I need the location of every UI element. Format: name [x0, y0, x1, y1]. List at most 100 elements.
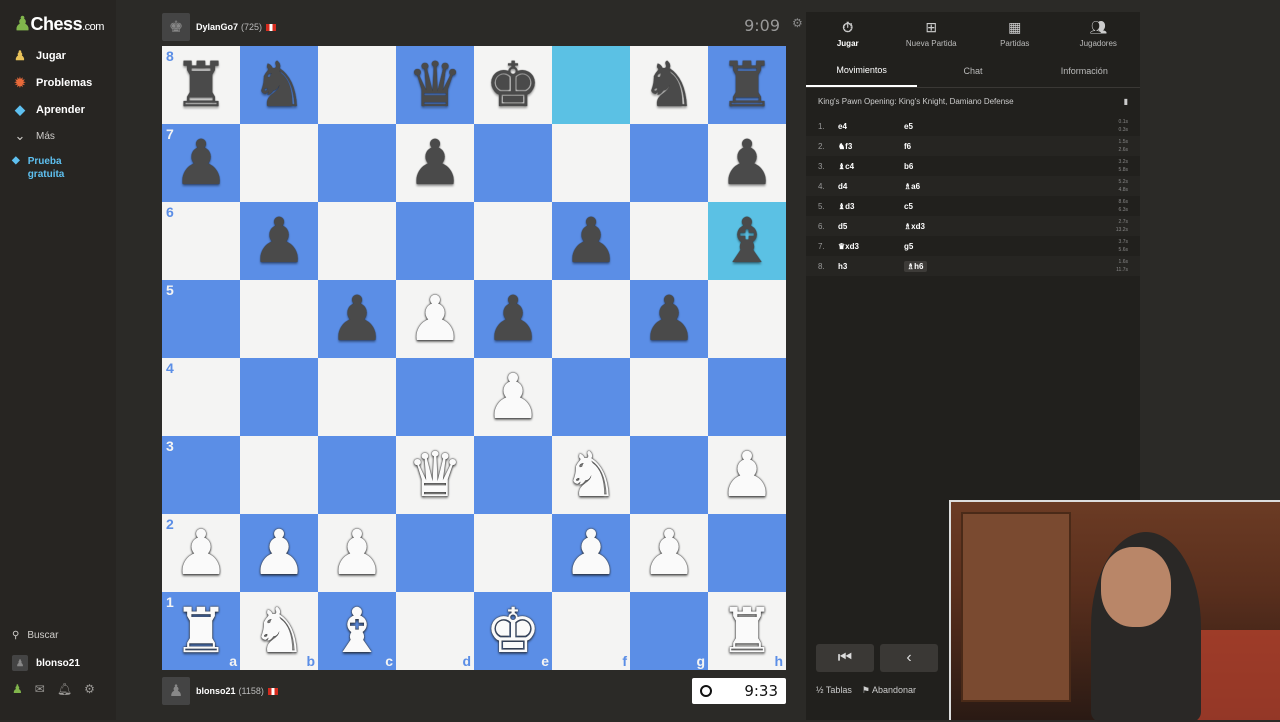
white-pawn-icon[interactable]: ♟ [719, 444, 775, 506]
subtab-chat[interactable]: Chat [917, 54, 1028, 87]
square-e2[interactable] [474, 514, 552, 592]
square-b6[interactable]: ♟ [240, 202, 318, 280]
black-pawn-icon[interactable]: ♟ [407, 132, 463, 194]
square-g1[interactable]: g [630, 592, 708, 670]
white-bishop-icon[interactable]: ♝ [329, 600, 385, 662]
square-b1[interactable]: b ♞ [240, 592, 318, 670]
black-pawn-icon[interactable]: ♟ [719, 132, 775, 194]
tab-nueva-partida[interactable]: ⊞ Nueva Partida [890, 12, 974, 54]
white-knight-icon[interactable]: ♞ [251, 600, 307, 662]
black-pawn-icon[interactable]: ♟ [251, 210, 307, 272]
black-knight-icon[interactable]: ♞ [251, 54, 307, 116]
square-d7[interactable]: ♟ [396, 124, 474, 202]
square-h3[interactable]: ♟ [708, 436, 786, 514]
square-g4[interactable] [630, 358, 708, 436]
square-g3[interactable] [630, 436, 708, 514]
square-e5[interactable]: ♟ [474, 280, 552, 358]
sidebar-item-mas[interactable]: ⌄ Más [12, 125, 55, 147]
square-e4[interactable]: ♟ [474, 358, 552, 436]
square-a6[interactable]: 6 [162, 202, 240, 280]
square-f1[interactable]: f [552, 592, 630, 670]
square-d4[interactable] [396, 358, 474, 436]
board-settings-gear-icon[interactable]: ⚙ [792, 16, 803, 30]
square-d5[interactable]: ♟ [396, 280, 474, 358]
square-d2[interactable] [396, 514, 474, 592]
square-g6[interactable] [630, 202, 708, 280]
white-move[interactable]: h3 [838, 262, 904, 271]
black-queen-icon[interactable]: ♛ [407, 54, 463, 116]
square-f6[interactable]: ♟ [552, 202, 630, 280]
square-c8[interactable] [318, 46, 396, 124]
square-a4[interactable]: 4 [162, 358, 240, 436]
square-e6[interactable] [474, 202, 552, 280]
search-button[interactable]: ⚲ Buscar [12, 630, 58, 641]
black-pawn-icon[interactable]: ♟ [329, 288, 385, 350]
bell-icon[interactable]: 🔔︎ [57, 682, 72, 696]
square-e8[interactable]: ♚ [474, 46, 552, 124]
black-move[interactable]: f6 [904, 142, 984, 151]
draw-button[interactable]: ½ Tablas [816, 685, 852, 696]
tab-jugadores[interactable]: 👥︎ Jugadores [1057, 12, 1141, 54]
tab-partidas[interactable]: ▦ Partidas [973, 12, 1057, 54]
square-b2[interactable]: ♟ [240, 514, 318, 592]
opponent-avatar[interactable]: ♚ [162, 13, 190, 41]
white-pawn-icon[interactable]: ♟ [485, 366, 541, 428]
first-move-button[interactable]: ⏮ [816, 644, 874, 672]
chess-logo[interactable]: ♟Chess.com [14, 13, 104, 36]
white-king-icon[interactable]: ♚ [485, 600, 541, 662]
white-queen-icon[interactable]: ♛ [407, 444, 463, 506]
square-f7[interactable] [552, 124, 630, 202]
gear-icon[interactable]: ⚙ [84, 682, 95, 696]
square-d3[interactable]: ♛ [396, 436, 474, 514]
white-move[interactable]: ♝c4 [838, 162, 904, 171]
mail-icon[interactable]: ✉ [35, 682, 45, 696]
black-move[interactable]: ♗a6 [904, 182, 984, 191]
white-move[interactable]: d4 [838, 182, 904, 191]
sidebar-item-aprender[interactable]: ◆ Aprender [12, 99, 85, 121]
square-h4[interactable] [708, 358, 786, 436]
friends-icon[interactable]: ♟ [12, 682, 23, 696]
square-c1[interactable]: c ♝ [318, 592, 396, 670]
square-g2[interactable]: ♟ [630, 514, 708, 592]
square-f3[interactable]: ♞ [552, 436, 630, 514]
sidebar-item-trial[interactable]: ◆ Prueba gratuita [12, 155, 78, 181]
square-f5[interactable] [552, 280, 630, 358]
black-pawn-icon[interactable]: ♟ [641, 288, 697, 350]
square-b7[interactable] [240, 124, 318, 202]
black-move[interactable]: ♗xd3 [904, 222, 984, 231]
black-pawn-icon[interactable]: ♟ [563, 210, 619, 272]
square-h1[interactable]: h ♜ [708, 592, 786, 670]
square-e7[interactable] [474, 124, 552, 202]
black-move[interactable]: ♗h6 [904, 260, 984, 272]
square-h2[interactable] [708, 514, 786, 592]
square-a8[interactable]: 8 ♜ [162, 46, 240, 124]
white-move[interactable]: e4 [838, 122, 904, 131]
square-c3[interactable] [318, 436, 396, 514]
black-rook-icon[interactable]: ♜ [173, 54, 229, 116]
square-g7[interactable] [630, 124, 708, 202]
square-a2[interactable]: 2 ♟ [162, 514, 240, 592]
black-rook-icon[interactable]: ♜ [719, 54, 775, 116]
black-pawn-icon[interactable]: ♟ [173, 132, 229, 194]
user-profile-link[interactable]: ♟ blonso21 [12, 655, 80, 671]
player-avatar[interactable]: ♟ [162, 677, 190, 705]
subtab-informacion[interactable]: Información [1029, 54, 1140, 87]
white-pawn-icon[interactable]: ♟ [251, 522, 307, 584]
book-icon[interactable]: ▮ [1124, 97, 1128, 106]
square-b8[interactable]: ♞ [240, 46, 318, 124]
square-f4[interactable] [552, 358, 630, 436]
white-rook-icon[interactable]: ♜ [719, 600, 775, 662]
square-b4[interactable] [240, 358, 318, 436]
white-move[interactable]: ♝d3 [838, 202, 904, 211]
subtab-movimientos[interactable]: Movimientos [806, 54, 918, 87]
square-a1[interactable]: 1 a ♜ [162, 592, 240, 670]
square-g8[interactable]: ♞ [630, 46, 708, 124]
square-f8[interactable] [552, 46, 630, 124]
resign-button[interactable]: ⚑ Abandonar [862, 685, 916, 696]
black-move[interactable]: g5 [904, 242, 984, 251]
square-c4[interactable] [318, 358, 396, 436]
tab-jugar[interactable]: ⏱ Jugar [806, 12, 890, 54]
white-pawn-icon[interactable]: ♟ [329, 522, 385, 584]
square-e3[interactable] [474, 436, 552, 514]
square-d8[interactable]: ♛ [396, 46, 474, 124]
